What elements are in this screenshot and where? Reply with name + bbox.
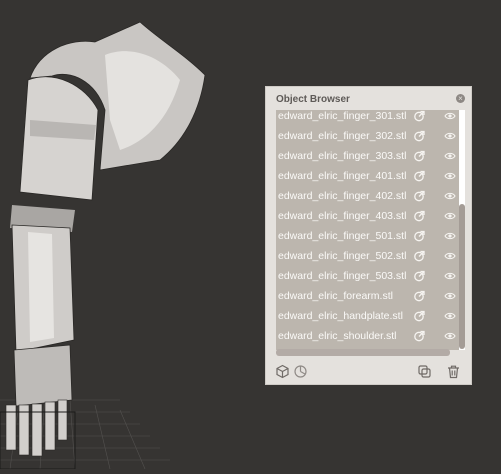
eye-icon[interactable] — [444, 291, 456, 301]
link-icon[interactable] — [412, 309, 426, 323]
object-name: edward_elric_finger_402.stl — [278, 190, 407, 202]
list-item[interactable]: edward_elric_finger_501.stl — [276, 226, 460, 246]
link-icon[interactable] — [412, 289, 426, 303]
link-icon[interactable] — [412, 269, 426, 283]
object-name: edward_elric_finger_403.stl — [278, 210, 407, 222]
list-item[interactable]: edward_elric_forearm.stl — [276, 286, 460, 306]
link-icon[interactable] — [412, 329, 426, 343]
list-item[interactable]: edward_elric_finger_503.stl — [276, 266, 460, 286]
link-icon[interactable] — [412, 169, 426, 183]
object-name: edward_elric_finger_302.stl — [278, 130, 407, 142]
list-item[interactable]: edward_elric_finger_301.stl — [276, 110, 460, 126]
object-name: edward_elric_finger_502.stl — [278, 250, 407, 262]
eye-icon[interactable] — [444, 211, 456, 221]
list-item[interactable]: edward_elric_shoulder.stl — [276, 326, 460, 346]
list-item[interactable]: edward_elric_finger_401.stl — [276, 166, 460, 186]
object-name: edward_elric_finger_401.stl — [278, 170, 407, 182]
eye-icon[interactable] — [444, 251, 456, 261]
link-icon[interactable] — [412, 229, 426, 243]
list-item[interactable]: edward_elric_finger_303.stl — [276, 146, 460, 166]
link-icon[interactable] — [412, 209, 426, 223]
eye-icon[interactable] — [444, 231, 456, 241]
object-name: edward_elric_finger_303.stl — [278, 150, 407, 162]
link-icon[interactable] — [412, 129, 426, 143]
duplicate-icon[interactable] — [417, 364, 432, 379]
vertical-scrollbar-thumb[interactable] — [459, 204, 465, 349]
eye-icon[interactable] — [444, 331, 456, 341]
horizontal-scrollbar[interactable] — [276, 349, 450, 356]
list-item[interactable]: edward_elric_finger_502.stl — [276, 246, 460, 266]
eye-icon[interactable] — [444, 171, 456, 181]
list-item[interactable]: edward_elric_finger_402.stl — [276, 186, 460, 206]
object-name: edward_elric_finger_503.stl — [278, 270, 407, 282]
cube-icon[interactable] — [275, 364, 290, 379]
link-icon[interactable] — [412, 249, 426, 263]
eye-icon[interactable] — [444, 131, 456, 141]
object-name: edward_elric_finger_501.stl — [278, 230, 407, 242]
link-icon[interactable] — [412, 149, 426, 163]
object-list[interactable]: edward_elric_finger_301.stl edward_elric… — [276, 110, 460, 350]
eye-icon[interactable] — [444, 111, 456, 121]
panel-title: Object Browser — [276, 94, 350, 105]
eye-icon[interactable] — [444, 151, 456, 161]
object-name: edward_elric_handplate.stl — [278, 310, 403, 322]
object-name: edward_elric_forearm.stl — [278, 290, 393, 302]
object-name: edward_elric_shoulder.stl — [278, 330, 397, 342]
link-icon[interactable] — [412, 110, 426, 123]
eye-icon[interactable] — [444, 191, 456, 201]
link-icon[interactable] — [412, 189, 426, 203]
close-icon[interactable]: × — [456, 94, 465, 103]
list-item[interactable]: edward_elric_finger_302.stl — [276, 126, 460, 146]
trash-icon[interactable] — [446, 364, 461, 379]
object-name: edward_elric_finger_301.stl — [278, 110, 407, 122]
list-item[interactable]: edward_elric_finger_403.stl — [276, 206, 460, 226]
eye-icon[interactable] — [444, 311, 456, 321]
pie-chart-icon[interactable] — [293, 364, 308, 379]
eye-icon[interactable] — [444, 271, 456, 281]
object-browser-panel: Object Browser × edward_elric_finger_301… — [265, 86, 472, 385]
list-item[interactable]: edward_elric_handplate.stl — [276, 306, 460, 326]
